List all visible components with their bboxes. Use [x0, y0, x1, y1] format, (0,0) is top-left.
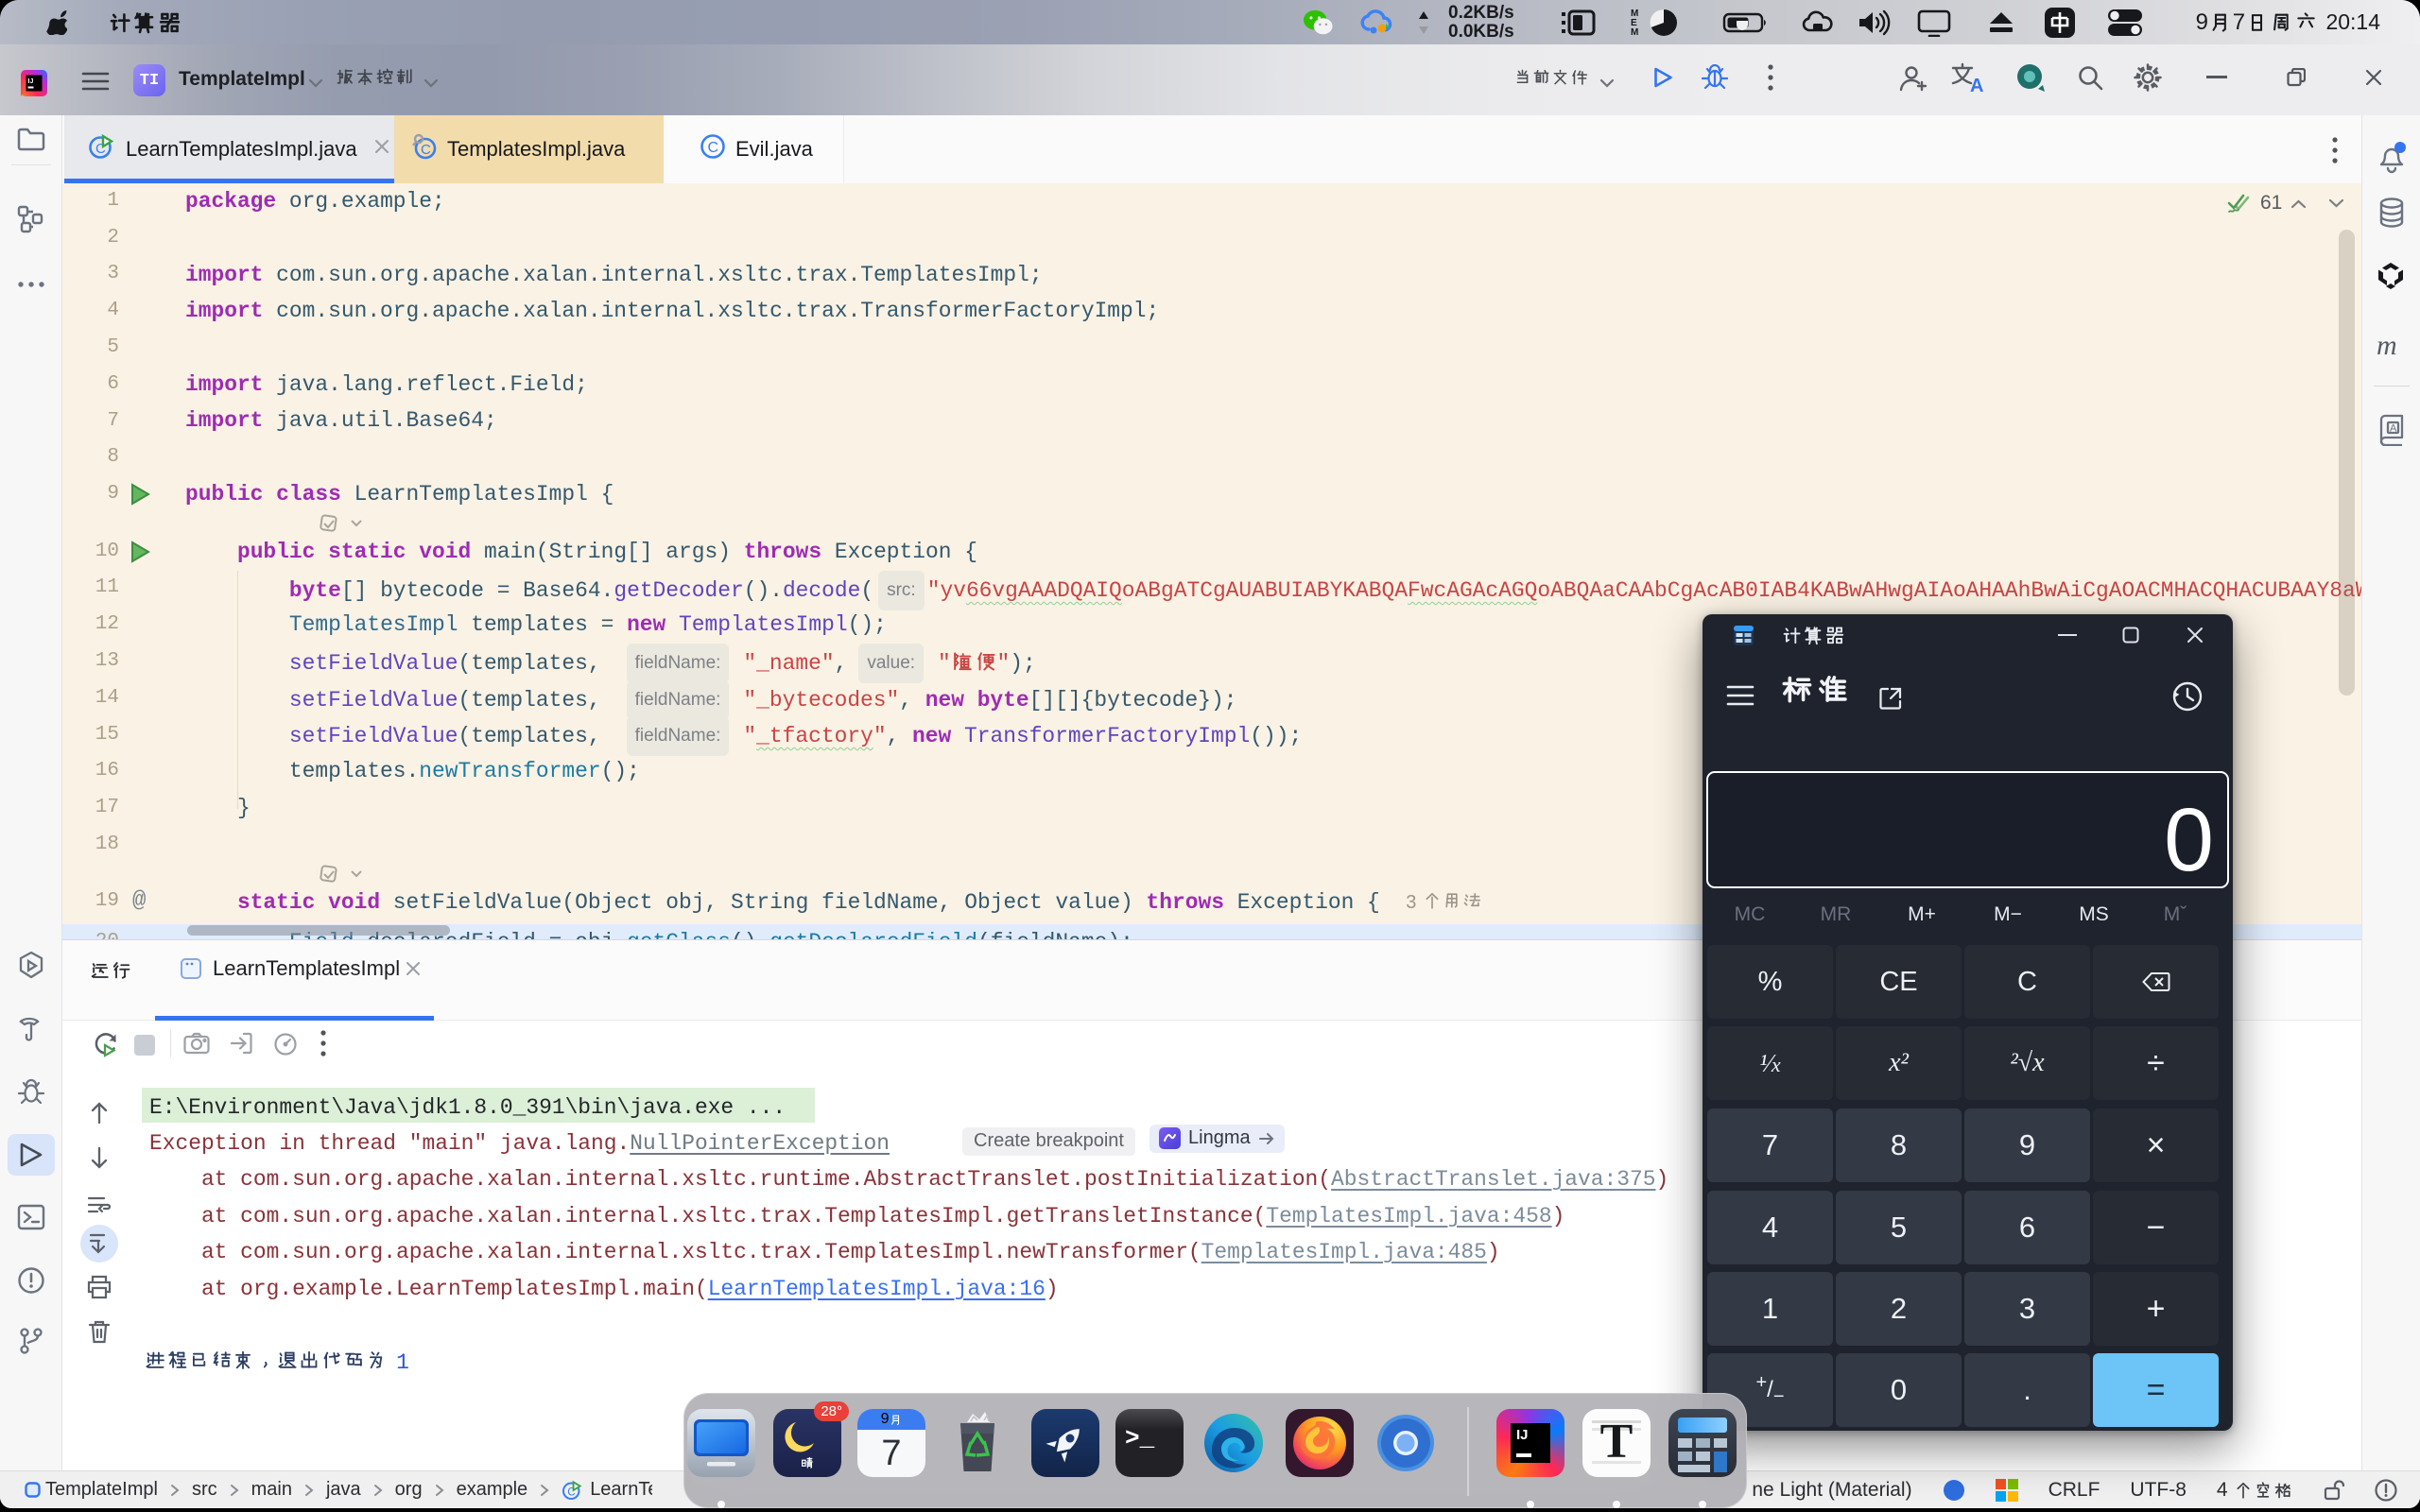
- svg-text:IJ: IJ: [28, 78, 34, 85]
- svg-text:C: C: [708, 140, 719, 156]
- svg-text:C: C: [421, 142, 431, 158]
- svg-text:m: m: [2377, 333, 2397, 357]
- svg-text:>_: >_: [1125, 1424, 1155, 1452]
- svg-text:A: A: [1970, 76, 1983, 94]
- svg-text:M: M: [1631, 27, 1638, 38]
- svg-text:A: A: [2390, 423, 2397, 435]
